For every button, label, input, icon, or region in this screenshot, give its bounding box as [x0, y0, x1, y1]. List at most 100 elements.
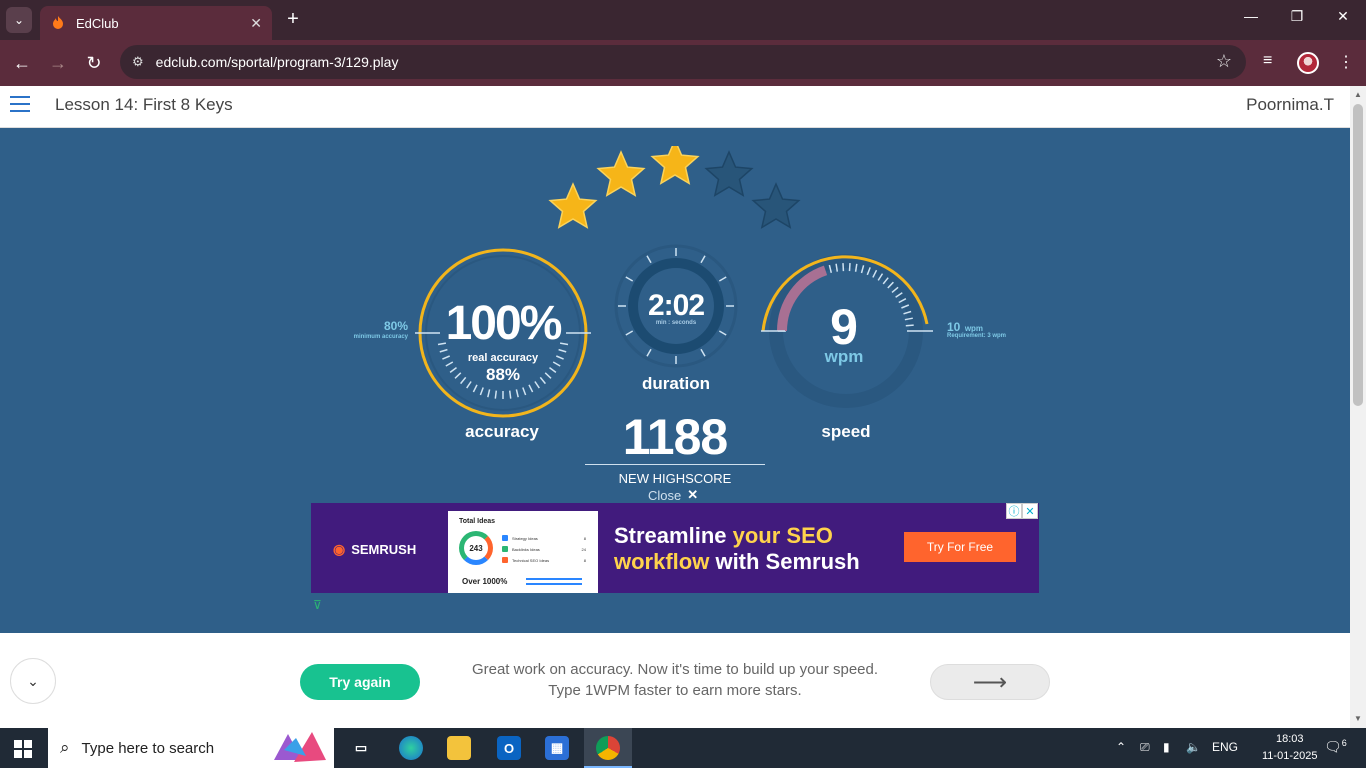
- tray-network-icon[interactable]: ⎚: [1140, 740, 1150, 755]
- new-highscore-label: NEW HIGHSCORE: [618, 471, 732, 486]
- speed-req-label: Requirement: 3 wpm: [947, 333, 1007, 339]
- accuracy-label: accuracy: [465, 422, 539, 441]
- duration-value: 2:02: [647, 289, 705, 322]
- star-filled-icon: [548, 182, 598, 229]
- reload-icon: ↻: [86, 52, 102, 73]
- menu-dots-icon[interactable]: ⋮: [1338, 52, 1354, 72]
- score-value: 1188: [622, 409, 728, 465]
- clock-date: 11-01-2025: [1262, 750, 1318, 762]
- store-icon[interactable]: ▦: [545, 736, 569, 760]
- close-button[interactable]: Close ✕: [648, 487, 698, 503]
- ad-info-icon[interactable]: ⓘ: [1006, 503, 1022, 519]
- ad-choices[interactable]: ⓘ ✕: [1006, 503, 1038, 519]
- tab-title: EdClub: [76, 15, 119, 31]
- clock-time: 18:03: [1275, 733, 1304, 745]
- ad-card-row: Backlinks Ideas 24: [502, 546, 586, 552]
- real-accuracy-value: 88%: [485, 365, 521, 384]
- media-controls-icon[interactable]: ≡: [1263, 52, 1272, 70]
- tray-battery-icon[interactable]: ▮: [1163, 740, 1170, 754]
- close-icon: ✕: [687, 487, 699, 502]
- address-bar[interactable]: ⚙ edclub.com/sportal/program-3/129.play …: [120, 45, 1246, 79]
- scroll-down-icon[interactable]: ▼: [1354, 714, 1362, 723]
- semrush-flame-icon: ◉: [333, 541, 346, 557]
- page-scrollbar[interactable]: ▲ ▼: [1350, 86, 1366, 728]
- browser-tab[interactable]: EdClub ✕: [40, 6, 272, 40]
- chrome-icon: [596, 736, 620, 760]
- duration-unit: min : seconds: [655, 320, 697, 326]
- accuracy-value: 100%: [445, 297, 563, 350]
- ad-marker-icon: ⊽: [313, 598, 322, 612]
- scroll-up-icon[interactable]: ▲: [1354, 90, 1362, 99]
- chevron-down-icon: ⌄: [27, 672, 39, 689]
- ad-headline-part: with Semrush: [709, 549, 860, 574]
- min-accuracy-value: 80%: [383, 319, 408, 333]
- next-lesson-button[interactable]: ⟶: [930, 664, 1050, 700]
- bookmark-star-icon[interactable]: ☆: [1216, 51, 1232, 72]
- outlook-icon[interactable]: O: [497, 736, 521, 760]
- browser-tab-strip: ⌄ EdClub ✕ + — ❐ ✕: [0, 0, 1366, 40]
- search-icon: ⌕: [60, 738, 70, 757]
- ad-card-row-label: Backlinks Ideas: [512, 546, 540, 552]
- ad-card-title: Total Ideas: [459, 518, 496, 525]
- ad-headline-highlight: workflow: [614, 549, 710, 574]
- ad-card-image: Total Ideas 243 Strategy Ideas 8 Backlink…: [448, 511, 598, 593]
- speed-label: speed: [821, 422, 871, 441]
- taskbar-search-box[interactable]: ⌕ Type here to search: [48, 728, 334, 768]
- site-info-icon[interactable]: ⚙: [132, 54, 144, 70]
- ad-card-footer: Over 1000%: [462, 577, 508, 586]
- ad-brand-name: SEMRUSH: [351, 542, 417, 557]
- tray-volume-muted-icon[interactable]: 🔈: [1186, 740, 1201, 754]
- ad-banner[interactable]: ◉ SEMRUSH Total Ideas 243 Strategy Ideas…: [311, 503, 1039, 593]
- feedback-line-2: Type 1WPM faster to earn more stars.: [548, 682, 802, 699]
- search-highlight-kites-icon: [274, 732, 326, 762]
- ad-cta-button[interactable]: Try For Free: [904, 532, 1016, 562]
- notification-count: 6: [1341, 738, 1347, 748]
- tray-chevron-up-icon[interactable]: ⌃: [1116, 740, 1126, 754]
- close-window-button[interactable]: ✕: [1328, 8, 1358, 25]
- restore-button[interactable]: ❐: [1282, 8, 1312, 25]
- windows-start-icon[interactable]: [14, 740, 32, 758]
- bottom-action-bar: ⌄ Try again Great work on accuracy. Now …: [0, 633, 1350, 728]
- hamburger-menu-icon[interactable]: [10, 96, 30, 112]
- scrollbar-thumb[interactable]: [1353, 104, 1363, 406]
- ad-card-row-value: 24: [581, 546, 586, 552]
- new-tab-button[interactable]: +: [282, 8, 304, 32]
- user-name[interactable]: Poornima.T: [1246, 95, 1334, 115]
- arrow-right-icon: ⟶: [972, 668, 1008, 696]
- profile-avatar[interactable]: [1297, 52, 1319, 74]
- feedback-line-1: Great work on accuracy. Now it's time to…: [471, 661, 879, 678]
- windows-taskbar: ⌕ Type here to search ▭ O ▦ ⌃ ⎚ ▮ 🔈 ENG …: [0, 728, 1366, 768]
- try-again-button[interactable]: Try again: [300, 664, 420, 700]
- reload-button[interactable]: ↻: [81, 50, 107, 76]
- ad-headline-highlight: your SEO: [732, 523, 833, 548]
- expand-button[interactable]: ⌄: [10, 658, 56, 704]
- plus-icon: +: [287, 8, 299, 30]
- ad-card-ring: 243: [459, 531, 493, 565]
- ad-card-row-label: Strategy Ideas: [512, 535, 538, 541]
- taskbar-clock[interactable]: 18:03 11-01-2025: [1262, 731, 1317, 765]
- file-explorer-icon[interactable]: [447, 736, 471, 760]
- ad-card-row-value: 8: [583, 535, 586, 541]
- star-rating: [548, 146, 801, 229]
- lesson-title: Lesson 14: First 8 Keys: [55, 95, 233, 114]
- star-empty-icon: [704, 150, 754, 197]
- ad-headline: Streamline your SEO workflow with Semrus…: [614, 523, 860, 575]
- ad-card-row: Strategy Ideas 8: [502, 535, 586, 541]
- task-view-icon[interactable]: ▭: [349, 736, 373, 760]
- tab-close-icon[interactable]: ✕: [250, 15, 262, 32]
- language-indicator[interactable]: ENG: [1212, 740, 1238, 754]
- feedback-message: Great work on accuracy. Now it's time to…: [440, 659, 910, 701]
- ad-card-row-value: 8: [583, 557, 586, 563]
- back-button[interactable]: ←: [9, 50, 35, 76]
- ad-close-icon[interactable]: ✕: [1022, 503, 1038, 519]
- tab-search-button[interactable]: ⌄: [6, 7, 32, 33]
- speed-unit: wpm: [824, 347, 864, 366]
- forward-button[interactable]: →: [45, 50, 71, 76]
- minimize-button[interactable]: —: [1236, 8, 1266, 24]
- chevron-down-icon: ⌄: [13, 13, 25, 27]
- lesson-header: Lesson 14: First 8 Keys Poornima.T: [0, 86, 1350, 128]
- notification-center-icon[interactable]: 🗨6: [1324, 738, 1347, 756]
- edge-icon[interactable]: [399, 736, 423, 760]
- browser-toolbar: ← → ↻ ⚙ edclub.com/sportal/program-3/129…: [0, 40, 1366, 86]
- arrow-right-icon: →: [49, 52, 67, 73]
